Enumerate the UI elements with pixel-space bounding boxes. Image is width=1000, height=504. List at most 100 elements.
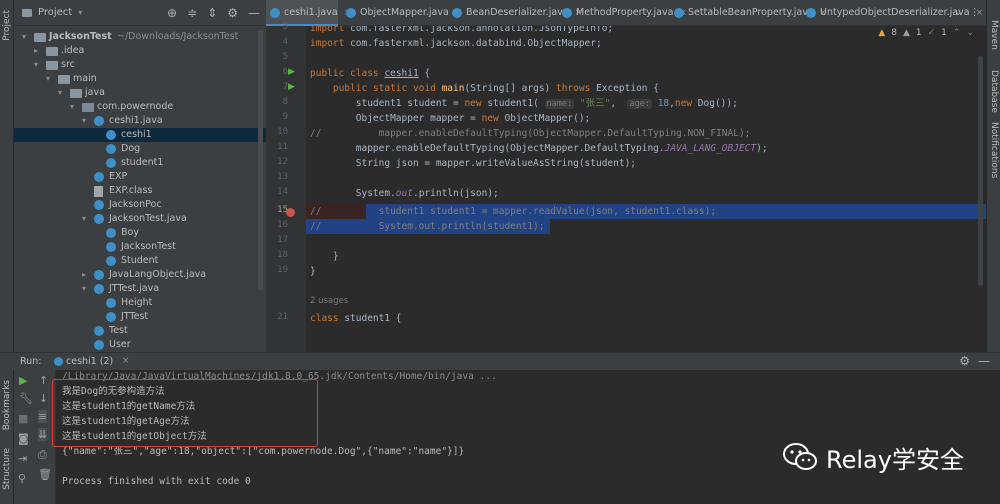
- run-panel-header: Run: ceshi1 (2) × ⚙ —: [0, 352, 1000, 370]
- tree-item[interactable]: Test: [14, 324, 266, 338]
- scroll-to-end-icon[interactable]: ⇊: [38, 428, 48, 441]
- tree-item[interactable]: Boy: [14, 226, 266, 240]
- chevron-icon[interactable]: ▾: [82, 212, 86, 226]
- java-class-icon: [806, 8, 816, 18]
- trash-icon[interactable]: 🗑︎: [38, 468, 52, 481]
- chevron-down-icon[interactable]: ▾: [78, 8, 82, 17]
- tab-settablebeanproperty-java[interactable]: SettableBeanProperty.java ×: [670, 0, 827, 26]
- tree-item[interactable]: student1: [14, 156, 266, 170]
- breakpoint-icon[interactable]: [286, 208, 295, 217]
- database-tool-button[interactable]: Database: [989, 70, 999, 113]
- tree-item[interactable]: ▾ main: [14, 72, 266, 86]
- expand-all-icon[interactable]: ⇕: [207, 6, 217, 20]
- tree-item[interactable]: ▾ JTTest.java: [14, 282, 266, 296]
- tree-item[interactable]: ▾ JacksonTest ~/Downloads/JacksonTest: [14, 30, 266, 44]
- run-label: Run:: [20, 356, 42, 367]
- tree-item[interactable]: JTTest: [14, 310, 266, 324]
- tree-item-path: ~/Downloads/JacksonTest: [117, 31, 239, 42]
- minimize-icon[interactable]: —: [978, 354, 990, 368]
- tree-item-label: JTTest: [121, 311, 149, 322]
- tree-item[interactable]: ▾ com.powernode: [14, 100, 266, 114]
- chevron-up-icon[interactable]: ⌃: [953, 28, 961, 38]
- bookmarks-tool-button[interactable]: Bookmarks: [2, 380, 12, 430]
- tab-objectmapper-java[interactable]: ObjectMapper.java×: [342, 0, 462, 26]
- tree-item[interactable]: ▸ .idea: [14, 44, 266, 58]
- soft-wrap-icon[interactable]: ≡: [38, 410, 48, 423]
- java-class-icon: [270, 8, 280, 18]
- chevron-icon[interactable]: ▸: [34, 44, 38, 58]
- print-icon[interactable]: ⎙: [38, 448, 47, 462]
- run-method-icon[interactable]: ▶: [288, 82, 295, 92]
- tree-item[interactable]: Student: [14, 254, 266, 268]
- tree-item[interactable]: JacksonTest: [14, 240, 266, 254]
- tree-item[interactable]: EXP.class: [14, 184, 266, 198]
- gear-icon[interactable]: ⚙: [227, 6, 238, 20]
- rerun-icon[interactable]: ▶: [19, 374, 27, 387]
- chevron-icon[interactable]: ▾: [46, 72, 50, 86]
- pin-icon[interactable]: ⚲: [18, 472, 26, 485]
- tree-item[interactable]: JacksonPoc: [14, 198, 266, 212]
- line-number: 12: [277, 157, 288, 167]
- tree-item[interactable]: ▾ java: [14, 86, 266, 100]
- maven-tool-button[interactable]: Maven: [989, 20, 999, 50]
- chevron-icon[interactable]: ▾: [22, 30, 26, 44]
- tree-item-label: main: [73, 73, 97, 84]
- tree-item[interactable]: EXP: [14, 170, 266, 184]
- notifications-tool-button[interactable]: Notifications: [989, 122, 999, 178]
- class-icon: [94, 340, 104, 350]
- inspection-widget[interactable]: ▲ 8 ▲ 1 ✓ 1 ⌃ ⌄: [878, 28, 974, 38]
- tree-item[interactable]: ▾ JacksonTest.java: [14, 212, 266, 226]
- minimize-icon[interactable]: —: [248, 6, 260, 20]
- more-tabs-button[interactable]: ⋮: [968, 0, 982, 26]
- chevron-icon[interactable]: ▾: [70, 100, 74, 114]
- collapse-all-icon[interactable]: ≑: [187, 6, 197, 20]
- tab-untypedobjectdeserializer-java[interactable]: UntypedObjectDeserializer.java ×: [802, 0, 983, 26]
- project-panel-title[interactable]: Project: [38, 7, 72, 18]
- tree-item[interactable]: ▾ ceshi1.java: [14, 114, 266, 128]
- chevron-icon[interactable]: ▸: [82, 268, 86, 282]
- java-class-icon: [562, 8, 572, 18]
- tree-item[interactable]: Height: [14, 296, 266, 310]
- chevron-icon[interactable]: ▾: [82, 282, 86, 296]
- gear-icon[interactable]: ⚙: [959, 354, 970, 368]
- tree-item[interactable]: ▸ JavaLangObject.java: [14, 268, 266, 282]
- tab-list-button[interactable]: ⌄: [952, 0, 966, 26]
- tab-methodproperty-java[interactable]: MethodProperty.java×: [558, 0, 687, 26]
- chevron-icon[interactable]: ▾: [58, 86, 62, 100]
- class-icon: [106, 298, 116, 308]
- right-tool-strip: Maven Database Notifications: [986, 0, 1000, 352]
- run-toolbar: ▶ 🔧︎ ■ ◙ ⇥ ⚲: [14, 370, 34, 504]
- tab-beandeserializer-java[interactable]: BeanDeserializer.java ×: [448, 0, 582, 26]
- code-editor[interactable]: ▲ 8 ▲ 1 ✓ 1 ⌃ ⌄ import com.fasterxml.jackso…: [306, 26, 986, 352]
- close-icon[interactable]: ×: [122, 356, 130, 366]
- tree-item[interactable]: Dog: [14, 142, 266, 156]
- locate-icon[interactable]: ⊕: [167, 6, 177, 20]
- stop-icon[interactable]: ■: [18, 412, 28, 425]
- class-icon: [106, 144, 116, 154]
- camera-icon[interactable]: ◙: [18, 432, 29, 445]
- structure-tool-button[interactable]: Structure: [2, 448, 12, 490]
- editor-scrollbar[interactable]: [978, 56, 983, 286]
- usages-hint[interactable]: 2 usages: [310, 294, 348, 309]
- project-tool-button[interactable]: Project: [2, 10, 12, 41]
- tree-item[interactable]: User: [14, 338, 266, 352]
- tree-item-label: User: [109, 339, 131, 350]
- run-tab[interactable]: ceshi1 (2): [66, 356, 113, 367]
- line-number: 18: [277, 250, 288, 260]
- arrow-up-icon[interactable]: ↑: [39, 374, 48, 387]
- line-number: 19: [277, 265, 288, 275]
- exit-icon[interactable]: ⇥: [18, 452, 27, 465]
- line-number: 8: [282, 97, 288, 107]
- code-line: import com.fasterxml.jackson.databind.Ob…: [310, 38, 602, 49]
- chevron-icon[interactable]: ▾: [82, 114, 86, 128]
- package-icon: [82, 103, 94, 112]
- folder-icon: [34, 33, 46, 42]
- arrow-down-icon[interactable]: ↓: [39, 392, 48, 405]
- editor-gutter[interactable]: 3 4 5 6 7 8 9 10 11 12 13 14 15 16 17 18 19 21 ▶ ▶: [266, 22, 306, 352]
- tree-item[interactable]: ▾ src: [14, 58, 266, 72]
- wrench-icon[interactable]: 🔧︎: [19, 392, 33, 405]
- run-class-icon[interactable]: ▶: [288, 67, 295, 77]
- chevron-down-icon[interactable]: ⌄: [966, 28, 974, 38]
- chevron-icon[interactable]: ▾: [34, 58, 38, 72]
- tree-item[interactable]: ceshi1: [14, 128, 266, 142]
